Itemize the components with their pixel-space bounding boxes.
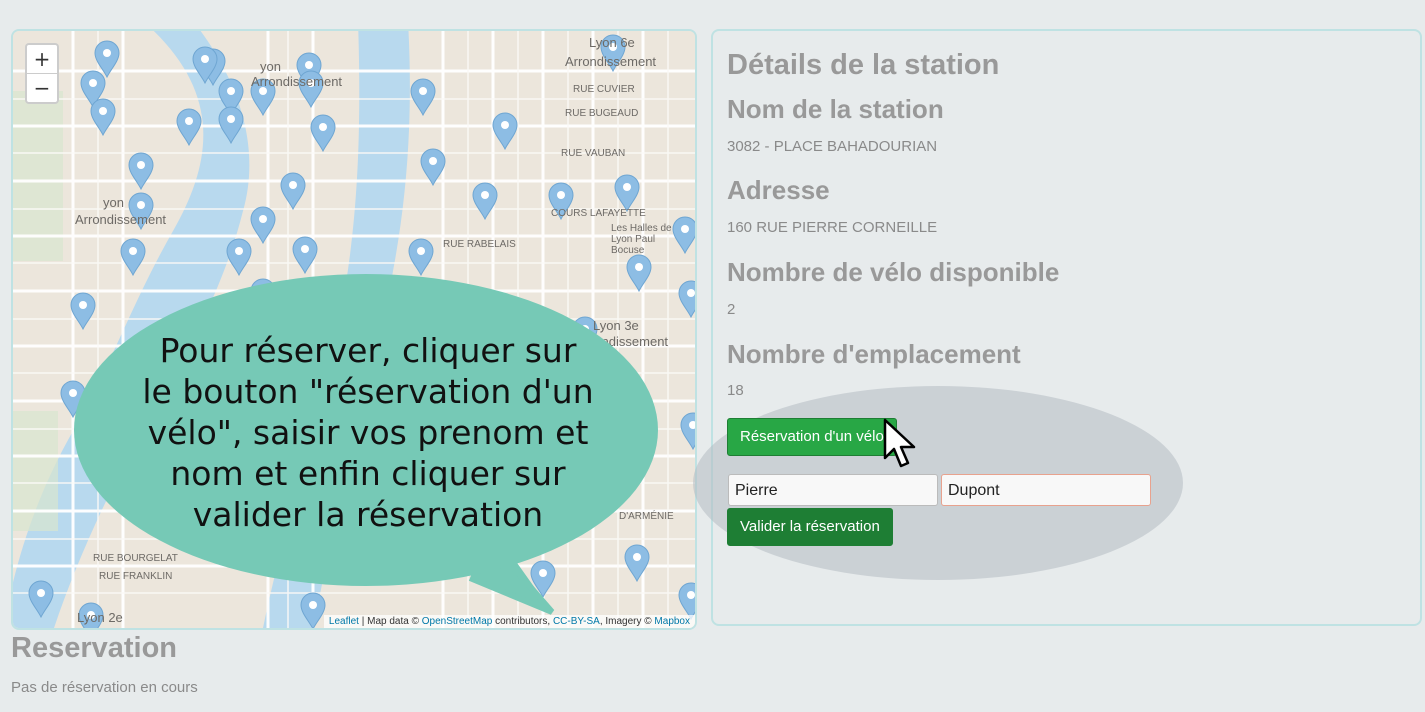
zoom-in-button[interactable]: + xyxy=(27,45,57,73)
validate-reservation-button[interactable]: Valider la réservation xyxy=(727,508,893,546)
map-label-arr5: Arrondissement xyxy=(75,212,167,227)
bubble-instructions: Pour réserver, cliquer sur le bouton "ré… xyxy=(110,330,626,535)
map-label-arrdissement-top: Arrondissement xyxy=(251,74,343,89)
station-name-label: Nom de la station xyxy=(727,94,944,124)
bubble-line-4: nom et enfin cliquer sur xyxy=(170,454,566,493)
bubble-line-1: Pour réserver, cliquer sur xyxy=(159,331,577,370)
map-label-halles: Les Halles de Lyon Paul Bocuse xyxy=(611,223,672,256)
details-title: Détails de la station xyxy=(727,49,1000,81)
address-value: 160 RUE PIERRE CORNEILLE xyxy=(727,219,938,236)
address-label: Adresse xyxy=(727,175,830,205)
bubble-line-3: vélo", saisir vos prenom et xyxy=(147,413,589,452)
map-label-arr6: Arrondissement xyxy=(565,54,657,69)
map-label-rue-cuvier: RUE CUVIER xyxy=(573,84,635,95)
bikes-available-value: 2 xyxy=(727,301,736,318)
map-label-yon: yon xyxy=(260,59,281,74)
bikes-available-label: Nombre de vélo disponible xyxy=(727,257,1060,287)
osm-link[interactable]: OpenStreetMap xyxy=(422,616,493,627)
firstname-field[interactable]: Pierre xyxy=(728,474,938,506)
map-label-lyon6: Lyon 6e xyxy=(589,35,635,50)
map-attribution: Leaflet | Map data © OpenStreetMap contr… xyxy=(323,615,695,628)
attr-contrib: contributors, xyxy=(492,616,553,627)
map-label-rue-vauban: RUE VAUBAN xyxy=(561,148,626,159)
slots-label: Nombre d'emplacement xyxy=(727,339,1021,369)
bubble-line-5: valider la réservation xyxy=(192,495,544,534)
leaflet-link[interactable]: Leaflet xyxy=(329,616,359,627)
map-label-rue-rabelais: RUE RABELAIS xyxy=(443,239,516,250)
attr-mapdata: | Map data © xyxy=(358,616,422,627)
attr-imagery: , Imagery © xyxy=(599,616,655,627)
reservation-title: Reservation xyxy=(11,632,178,664)
map-label-rue-franklin: RUE FRANKLIN xyxy=(99,571,173,582)
reservation-status: Pas de réservation en cours xyxy=(11,679,198,696)
zoom-control: + − xyxy=(25,43,59,104)
zoom-out-button[interactable]: − xyxy=(27,73,57,102)
slots-value: 18 xyxy=(727,382,744,399)
lastname-field[interactable]: Dupont xyxy=(941,474,1151,506)
map-label-rue-bourgelat: RUE BOURGELAT xyxy=(93,553,178,564)
station-name-value: 3082 - PLACE BAHADOURIAN xyxy=(727,138,938,155)
reserve-bike-button[interactable]: Réservation d'un vélo xyxy=(727,418,897,456)
map-label-armenie: D'ARMÉNIE xyxy=(619,511,674,522)
map-label-cours-lafayette: COURS LAFAYETTE xyxy=(551,208,646,219)
map-label-rue-bugeaud: RUE BUGEAUD xyxy=(565,108,639,119)
bubble-line-2: le bouton "réservation d'un xyxy=(142,372,594,411)
map-label-lyon5: yon xyxy=(103,195,124,210)
ccbysa-link[interactable]: CC-BY-SA xyxy=(553,616,600,627)
mapbox-link[interactable]: Mapbox xyxy=(654,616,690,627)
map-label-lyon2: Lyon 2e xyxy=(77,610,123,625)
mouse-cursor-icon xyxy=(883,418,916,468)
